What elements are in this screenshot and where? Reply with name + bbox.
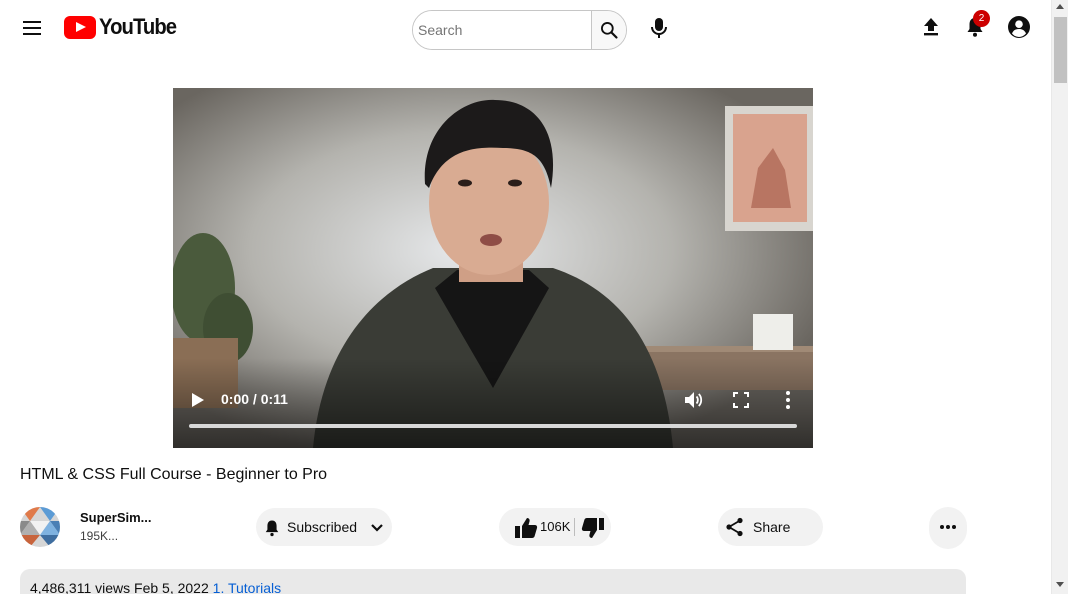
like-button[interactable]: 106K	[499, 508, 575, 546]
search-input[interactable]	[413, 11, 591, 49]
progress-bar[interactable]	[189, 424, 797, 428]
view-count: 4,486,311 views	[30, 580, 131, 594]
mic-icon	[651, 18, 667, 38]
bell-icon	[265, 520, 279, 537]
channel-avatar[interactable]	[20, 507, 60, 547]
scroll-thumb[interactable]	[1054, 17, 1067, 83]
playlist-link[interactable]: 1. Tutorials	[213, 580, 281, 594]
video-title: HTML & CSS Full Course - Beginner to Pro	[20, 466, 328, 483]
scroll-up-arrow[interactable]	[1056, 4, 1064, 9]
description-box[interactable]: 4,486,311 views Feb 5, 2022 1. Tutorials	[20, 569, 966, 594]
subscriber-count: 195K...	[80, 529, 119, 543]
fullscreen-icon[interactable]	[733, 392, 749, 408]
time-display: 0:00 / 0:11	[221, 391, 288, 407]
menu-icon[interactable]	[20, 16, 44, 40]
account-icon	[1008, 16, 1030, 38]
share-button[interactable]: Share	[718, 508, 823, 546]
top-bar: YouTube 2	[0, 0, 1050, 56]
youtube-logo[interactable]: YouTube	[64, 14, 183, 40]
avatar-image	[20, 507, 60, 547]
dislike-button[interactable]	[579, 508, 611, 546]
thumbs-down-icon	[581, 518, 604, 538]
like-dislike-group: 106K	[499, 508, 611, 546]
like-count: 106K	[540, 519, 571, 534]
more-horiz-icon	[940, 525, 956, 529]
video-player[interactable]: 0:00 / 0:11	[173, 88, 813, 448]
subscribed-button[interactable]: Subscribed	[256, 508, 392, 546]
search-button[interactable]	[591, 11, 626, 49]
upload-date: Feb 5, 2022	[134, 580, 209, 594]
like-divider	[574, 518, 575, 536]
page-scrollbar[interactable]	[1051, 0, 1068, 594]
upload-icon	[924, 18, 938, 36]
thumbs-up-icon	[515, 518, 538, 538]
channel-name[interactable]: SuperSim...	[80, 510, 152, 525]
upload-button[interactable]	[919, 15, 943, 39]
description-meta: 4,486,311 views Feb 5, 2022 1. Tutorials	[30, 580, 281, 594]
scroll-down-arrow[interactable]	[1056, 582, 1064, 587]
chevron-down-icon	[371, 524, 383, 532]
subscribed-label: Subscribed	[287, 519, 358, 535]
search-box	[412, 10, 627, 50]
youtube-logo-icon	[64, 15, 96, 39]
volume-icon[interactable]	[683, 390, 703, 410]
more-vert-icon[interactable]	[783, 390, 793, 410]
more-actions-button[interactable]	[929, 507, 967, 549]
share-icon	[726, 517, 743, 537]
play-icon[interactable]	[191, 392, 205, 408]
account-button[interactable]	[1007, 15, 1031, 39]
share-label: Share	[753, 519, 791, 535]
logo-text: YouTube	[99, 14, 177, 39]
notification-badge: 2	[973, 10, 990, 27]
voice-search-button[interactable]	[648, 16, 670, 40]
search-icon	[601, 22, 618, 39]
